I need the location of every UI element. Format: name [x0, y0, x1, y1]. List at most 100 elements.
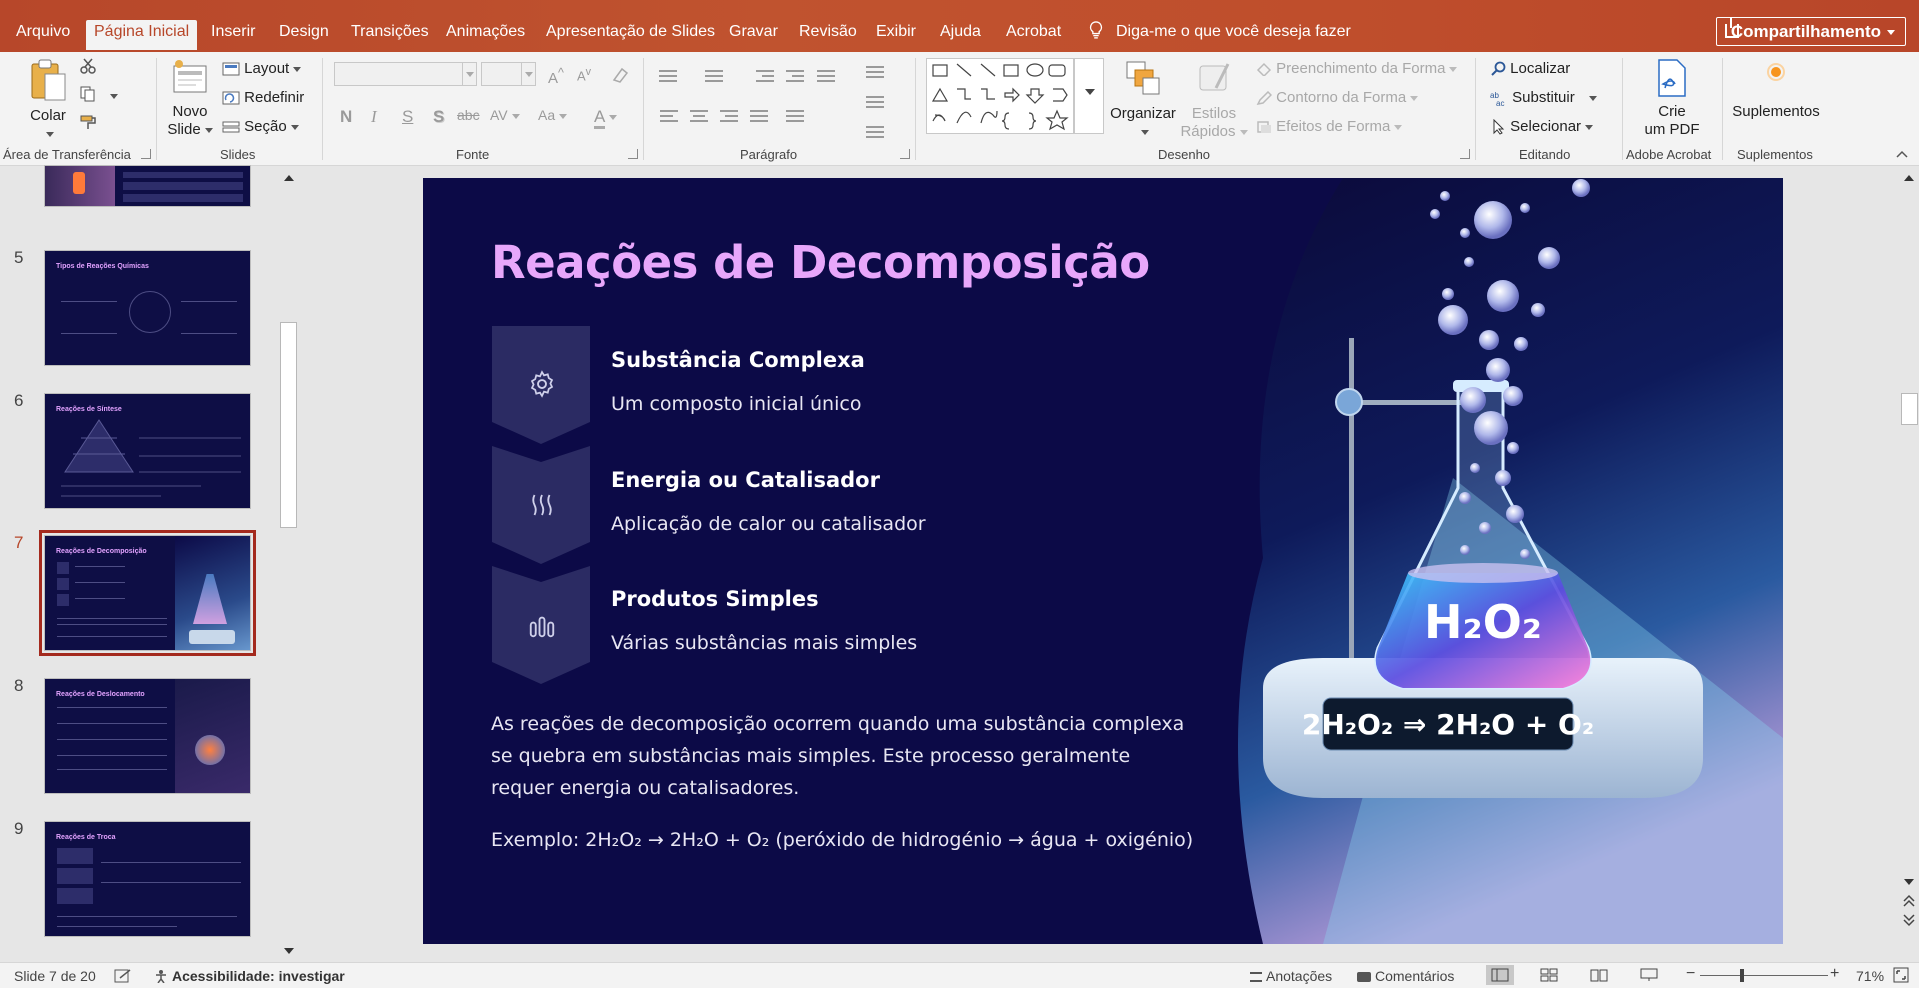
next-slide-icon[interactable]	[1901, 913, 1917, 927]
change-case-button[interactable]: Aa	[538, 107, 568, 123]
slide-sorter-icon[interactable]	[1540, 968, 1558, 982]
collapse-ribbon-icon[interactable]	[1896, 150, 1908, 158]
font-launcher-icon[interactable]	[628, 149, 638, 159]
reading-view-icon[interactable]	[1590, 968, 1608, 982]
italic-button[interactable]: I	[371, 107, 377, 127]
grow-font-icon[interactable]: A^	[548, 66, 564, 87]
fit-to-window-icon[interactable]	[1893, 967, 1909, 983]
arrange-button[interactable]: Organizar	[1106, 58, 1180, 141]
columns-icon[interactable]	[786, 110, 804, 124]
tab-view[interactable]: Exibir	[868, 20, 924, 50]
tell-me-search[interactable]: Diga-me o que você deseja fazer	[1088, 20, 1351, 44]
tab-animations[interactable]: Animações	[438, 20, 533, 50]
drawing-launcher-icon[interactable]	[1460, 149, 1470, 159]
tab-slideshow[interactable]: Apresentação de Slides	[538, 20, 723, 50]
thumbnail-scrollbar[interactable]	[279, 167, 298, 962]
text-direction-icon[interactable]	[866, 66, 884, 80]
smartart-icon[interactable]	[866, 126, 884, 140]
current-slide[interactable]: 2H₂O₂ ⇒ 2H₂O + O₂ H₂O₂ Reações de Decomp…	[423, 178, 1783, 944]
scroll-up-icon[interactable]	[1904, 175, 1914, 181]
chevron-down-icon[interactable]	[462, 63, 476, 85]
font-family-combo[interactable]	[334, 62, 477, 86]
new-slide-button[interactable]: Novo Slide	[164, 58, 216, 139]
share-button[interactable]: Compartilhamento	[1716, 17, 1906, 46]
tab-home[interactable]: Página Inicial	[86, 20, 198, 50]
clipboard-launcher-icon[interactable]	[141, 149, 151, 159]
slide-thumbnail-5[interactable]: Tipos de Reações Químicas	[44, 250, 251, 366]
character-spacing-button[interactable]: AV	[490, 107, 520, 123]
align-center-icon[interactable]	[690, 110, 708, 124]
tab-review[interactable]: Revisão	[791, 20, 865, 50]
strikethrough-button[interactable]: abc	[457, 107, 480, 123]
addins-button[interactable]: Suplementos	[1728, 58, 1824, 121]
comments-button[interactable]: Comentários	[1357, 968, 1454, 984]
scrollbar-thumb[interactable]	[280, 322, 297, 528]
font-color-button[interactable]: A	[594, 107, 618, 129]
font-size-combo[interactable]	[481, 62, 536, 86]
clear-formatting-icon[interactable]	[610, 66, 630, 84]
cut-icon[interactable]	[80, 58, 96, 74]
tab-insert[interactable]: Inserir	[203, 20, 263, 50]
justify-icon[interactable]	[750, 110, 768, 124]
text-shadow-button[interactable]: S	[433, 107, 444, 127]
tab-design[interactable]: Design	[271, 20, 337, 50]
decrease-indent-icon[interactable]	[756, 70, 774, 84]
align-right-icon[interactable]	[720, 110, 738, 124]
shape-outline-button[interactable]: Contorno da Forma	[1256, 89, 1419, 107]
slide-thumbnail-8[interactable]: Reações de Deslocamento	[44, 678, 251, 794]
increase-indent-icon[interactable]	[786, 70, 804, 84]
shapes-more-button[interactable]	[1074, 58, 1104, 134]
slide-title[interactable]: Reações de Decomposição	[491, 236, 1150, 289]
tab-record[interactable]: Gravar	[721, 20, 786, 50]
zoom-slider-handle[interactable]	[1740, 969, 1744, 982]
zoom-out-button[interactable]: −	[1686, 965, 1695, 983]
tab-help[interactable]: Ajuda	[932, 20, 989, 50]
notes-check-icon[interactable]	[114, 969, 132, 983]
reset-button[interactable]: Redefinir	[222, 89, 304, 107]
tab-acrobat[interactable]: Acrobat	[998, 20, 1069, 50]
zoom-slider-track[interactable]	[1700, 975, 1828, 976]
zoom-in-button[interactable]: +	[1830, 965, 1839, 983]
slide-thumbnail-9[interactable]: Reações de Troca	[44, 821, 251, 937]
underline-button[interactable]: S	[402, 107, 413, 127]
notes-button[interactable]: Anotações	[1250, 968, 1332, 984]
bullets-icon[interactable]	[659, 70, 677, 84]
slideshow-view-icon[interactable]	[1640, 968, 1658, 982]
bold-button[interactable]: N	[340, 107, 352, 127]
create-pdf-button[interactable]: Crie um PDF	[1632, 58, 1712, 139]
paragraph-launcher-icon[interactable]	[900, 149, 910, 159]
copy-icon[interactable]	[80, 86, 96, 102]
accessibility-button[interactable]: Acessibilidade: investigar	[154, 968, 345, 984]
align-left-icon[interactable]	[660, 110, 678, 124]
section-button[interactable]: Seção	[222, 118, 299, 136]
slide-thumbnail-7[interactable]: Reações de Decomposição	[39, 530, 256, 656]
line-spacing-icon[interactable]	[817, 70, 835, 84]
zoom-level[interactable]: 71%	[1856, 968, 1884, 984]
chevron-down-icon[interactable]	[46, 131, 54, 137]
scroll-down-icon[interactable]	[1904, 879, 1914, 885]
format-painter-icon[interactable]	[80, 114, 98, 130]
shrink-font-icon[interactable]: Av	[577, 66, 591, 83]
slide-body-text[interactable]: As reações de decomposição ocorrem quand…	[491, 708, 1191, 804]
previous-slide-icon[interactable]	[1901, 894, 1917, 908]
slide-thumbnail-4[interactable]	[44, 165, 251, 207]
scrollbar-thumb[interactable]	[1901, 393, 1918, 425]
align-text-icon[interactable]	[866, 96, 884, 110]
tab-transitions[interactable]: Transições	[343, 20, 437, 50]
chevron-down-icon[interactable]	[521, 63, 535, 85]
normal-view-button[interactable]	[1486, 965, 1514, 985]
paste-button[interactable]: Colar	[22, 58, 74, 143]
scroll-down-icon[interactable]	[284, 948, 294, 954]
scroll-up-icon[interactable]	[284, 175, 294, 181]
select-button[interactable]: Selecionar	[1490, 118, 1594, 136]
replace-button[interactable]: ab ac Substituir	[1490, 89, 1597, 107]
slide-scrollbar[interactable]	[1899, 167, 1919, 962]
find-button[interactable]: Localizar	[1490, 60, 1570, 78]
slide-example-text[interactable]: Exemplo: 2H₂O₂ → 2H₂O + O₂ (peróxido de …	[491, 829, 1193, 851]
shape-fill-button[interactable]: Preenchimento da Forma	[1256, 60, 1458, 78]
layout-button[interactable]: Layout	[222, 60, 302, 78]
shape-effects-button[interactable]: Efeitos de Forma	[1256, 118, 1403, 136]
copy-dropdown-icon[interactable]	[110, 94, 118, 99]
slide-thumbnail-6[interactable]: Reações de Síntese	[44, 393, 251, 509]
numbering-icon[interactable]	[705, 70, 723, 84]
